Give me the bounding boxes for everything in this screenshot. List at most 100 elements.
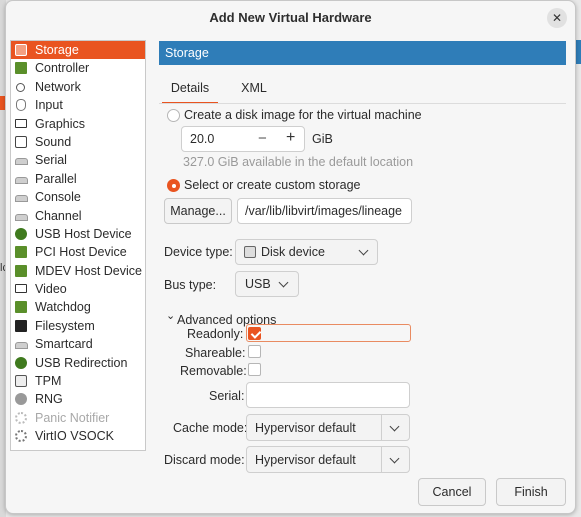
increase-size-button[interactable]: + — [286, 129, 295, 147]
monitor-icon — [15, 284, 27, 294]
sidebar-item-storage[interactable]: Storage — [11, 41, 145, 60]
readonly-label: Readonly: — [187, 327, 244, 341]
gear-icon — [15, 430, 27, 443]
chip-icon — [15, 319, 27, 332]
gear-icon — [15, 411, 27, 424]
section-header: Storage — [159, 41, 566, 65]
title-bar[interactable]: Add New Virtual Hardware ✕ — [6, 1, 575, 35]
removable-checkbox[interactable] — [248, 363, 261, 376]
board-icon — [15, 301, 27, 314]
sidebar-item-graphics[interactable]: Graphics — [11, 115, 145, 133]
custom-storage-label: Select or create custom storage — [184, 178, 361, 192]
usb-icon — [15, 227, 27, 240]
readonly-focus-ring — [246, 324, 411, 342]
sidebar-item-label: Video — [35, 282, 67, 297]
monitor-icon — [15, 118, 27, 128]
close-icon: ✕ — [551, 11, 563, 25]
sidebar-item-controller[interactable]: Controller — [11, 59, 145, 77]
sidebar-item-label: TPM — [35, 374, 62, 389]
shareable-label: Shareable: — [185, 346, 246, 360]
cache-mode-select[interactable]: Hypervisor default — [246, 414, 410, 441]
discard-mode-value: Hypervisor default — [255, 453, 356, 467]
disk-icon — [244, 246, 256, 258]
disk-size-value[interactable]: 20.0 — [190, 132, 214, 146]
discard-mode-label: Discard mode: — [164, 453, 245, 467]
chevron-down-icon[interactable] — [389, 453, 400, 464]
sidebar-item-filesystem[interactable]: Filesystem — [11, 317, 145, 335]
sidebar-item-sound[interactable]: Sound — [11, 133, 145, 151]
sidebar-item-tpm[interactable]: TPM — [11, 372, 145, 390]
create-disk-radio[interactable] — [167, 109, 180, 122]
sidebar-item-label: Graphics — [35, 116, 86, 131]
sidebar-item-label: Watchdog — [35, 300, 91, 315]
combo-separator — [381, 447, 382, 472]
custom-storage-radio[interactable] — [167, 179, 180, 192]
board-icon — [15, 264, 27, 277]
cache-mode-label: Cache mode: — [173, 421, 248, 435]
removable-label: Removable: — [180, 364, 247, 378]
storage-path-input[interactable]: /var/lib/libvirt/images/lineage — [237, 198, 412, 224]
bus-type-select[interactable]: USB — [235, 271, 299, 297]
sidebar-item-console[interactable]: Console — [11, 188, 145, 206]
sidebar-item-label: Input — [35, 98, 63, 113]
sidebar-item-virtio-vsock[interactable]: VirtIO VSOCK — [11, 427, 145, 445]
shareable-checkbox[interactable] — [248, 345, 261, 358]
sidebar-item-label: Sound — [35, 134, 72, 149]
sidebar-item-panic-notifier[interactable]: Panic Notifier — [11, 409, 145, 427]
sidebar-item-label: Network — [35, 79, 81, 94]
sidebar-item-pci-host-device[interactable]: PCI Host Device — [11, 243, 145, 261]
sidebar-item-channel[interactable]: Channel — [11, 207, 145, 225]
decrease-size-button[interactable]: − — [258, 130, 267, 147]
discard-mode-select[interactable]: Hypervisor default — [246, 446, 410, 473]
cache-mode-value: Hypervisor default — [255, 421, 356, 435]
sidebar-item-usb-redirection[interactable]: USB Redirection — [11, 354, 145, 372]
sidebar-item-mdev-host-device[interactable]: MDEV Host Device — [11, 262, 145, 280]
device-type-select[interactable]: Disk device — [235, 239, 378, 265]
sidebar-item-network[interactable]: Network — [11, 78, 145, 96]
device-type-value: Disk device — [261, 245, 325, 259]
sidebar-item-label: Console — [35, 190, 81, 205]
finish-button[interactable]: Finish — [496, 478, 566, 506]
combo-separator — [381, 415, 382, 440]
serial-icon — [15, 213, 28, 221]
sidebar-item-input[interactable]: Input — [11, 96, 145, 114]
sidebar-item-label: Panic Notifier — [35, 410, 110, 425]
tab-details[interactable]: Details — [162, 78, 218, 104]
hardware-type-list[interactable]: Storage Controller Network Input Graphics Sou… — [10, 40, 146, 451]
cancel-button[interactable]: Cancel — [418, 478, 486, 506]
sidebar-item-parallel[interactable]: Parallel — [11, 170, 145, 188]
serial-label: Serial: — [209, 389, 245, 403]
dialog-title: Add New Virtual Hardware — [209, 10, 372, 25]
sidebar-item-usb-host-device[interactable]: USB Host Device — [11, 225, 145, 243]
chevron-down-icon[interactable] — [389, 421, 400, 432]
close-button[interactable]: ✕ — [547, 8, 567, 28]
sidebar-item-rng[interactable]: RNG — [11, 390, 145, 408]
sidebar-item-label: Controller — [35, 61, 90, 76]
readonly-checkbox[interactable] — [248, 327, 261, 340]
sidebar-item-smartcard[interactable]: Smartcard — [11, 335, 145, 353]
tab-xml[interactable]: XML — [234, 78, 274, 104]
bus-type-label: Bus type: — [164, 278, 217, 292]
serial-icon — [15, 342, 28, 350]
mouse-icon — [16, 99, 26, 112]
manage-button[interactable]: Manage... — [164, 198, 232, 224]
tab-divider — [159, 103, 566, 104]
sidebar-item-label: Serial — [35, 153, 67, 168]
serial-icon — [15, 176, 28, 184]
sidebar-item-label: Storage — [35, 43, 79, 57]
usb-icon — [15, 356, 27, 369]
chevron-down-icon — [278, 277, 289, 288]
disk-size-spinner[interactable]: 20.0 − + — [181, 126, 305, 152]
size-unit-label: GiB — [312, 132, 333, 146]
sidebar-item-video[interactable]: Video — [11, 280, 145, 298]
sidebar-item-label: RNG — [35, 392, 63, 407]
expander-arrow-icon[interactable]: ⌄ — [166, 309, 175, 322]
sidebar-item-label: MDEV Host Device — [35, 263, 142, 278]
chevron-down-icon — [358, 245, 369, 256]
board-icon — [15, 246, 27, 259]
serial-input[interactable] — [246, 382, 410, 408]
sidebar-item-label: Parallel — [35, 171, 77, 186]
sidebar-item-watchdog[interactable]: Watchdog — [11, 298, 145, 316]
sidebar-item-serial[interactable]: Serial — [11, 151, 145, 169]
sidebar-item-label: USB Redirection — [35, 355, 128, 370]
